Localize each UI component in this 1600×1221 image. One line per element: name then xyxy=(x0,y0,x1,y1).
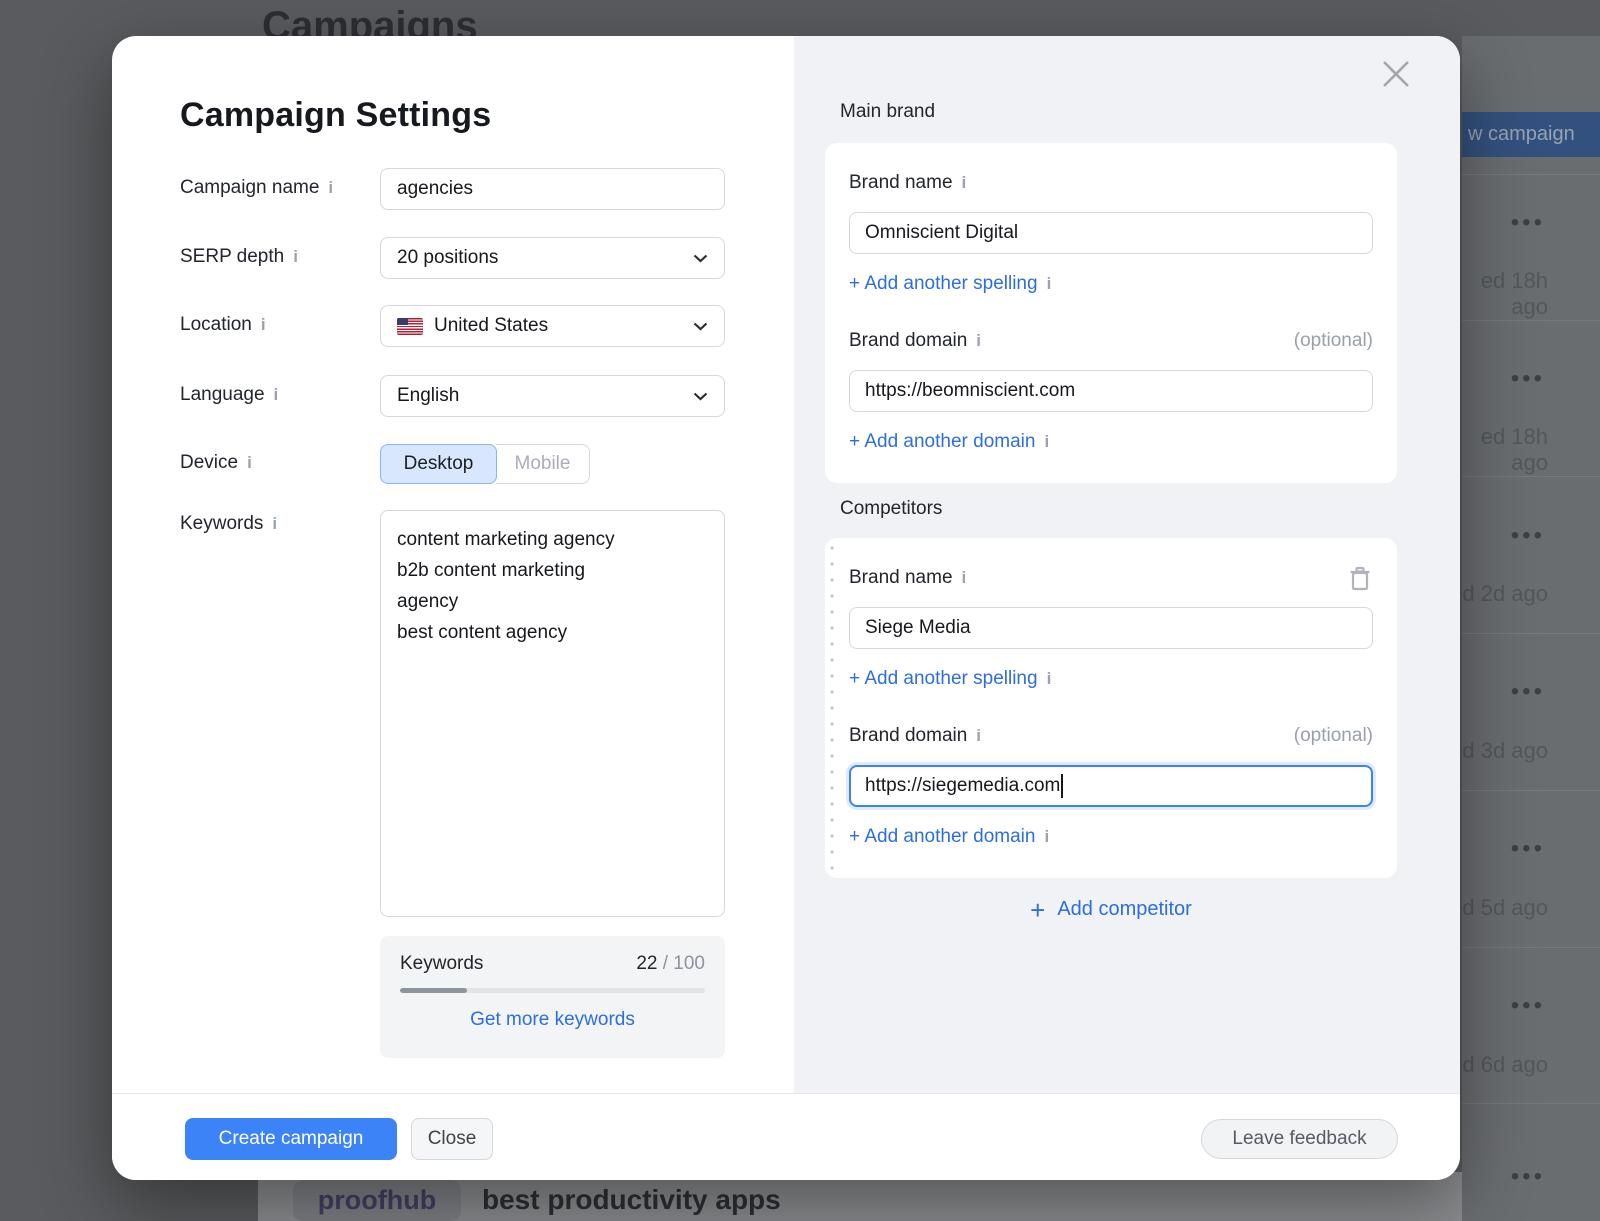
campaign-name-label: Campaign name i xyxy=(180,177,333,199)
main-brand-domain-input[interactable]: https://beomniscient.com xyxy=(849,370,1373,412)
keywords-textarea[interactable]: content marketing agency b2b content mar… xyxy=(380,510,725,917)
row-menu-icon: ••• xyxy=(1462,1168,1600,1186)
row-menu-icon: ••• xyxy=(1462,840,1600,858)
info-icon[interactable]: i xyxy=(261,315,266,335)
close-button[interactable]: Close xyxy=(411,1118,493,1160)
device-option-mobile[interactable]: Mobile xyxy=(496,444,590,484)
add-competitor-link[interactable]: + Add competitor xyxy=(825,898,1397,921)
keywords-progress-fill xyxy=(400,988,467,993)
row-divider xyxy=(1462,1103,1600,1104)
row-timestamp: ted 3d ago xyxy=(1440,738,1600,764)
info-icon[interactable]: i xyxy=(274,385,279,405)
add-another-domain-link[interactable]: + Add another domain i xyxy=(849,430,1049,454)
main-brand-section-label: Main brand xyxy=(840,101,935,123)
row-timestamp: ed 18h ago xyxy=(1440,268,1600,320)
row-menu-icon: ••• xyxy=(1462,997,1600,1015)
us-flag-icon xyxy=(397,318,423,335)
create-campaign-button[interactable]: Create campaign xyxy=(185,1118,397,1160)
info-icon[interactable]: i xyxy=(962,568,967,588)
serp-depth-select[interactable]: 20 positions xyxy=(380,237,725,279)
leave-feedback-button[interactable]: Leave feedback xyxy=(1201,1119,1398,1159)
add-another-domain-link[interactable]: + Add another domain i xyxy=(849,825,1049,849)
keywords-counter-value: 22 / 100 xyxy=(636,953,705,975)
serp-depth-label: SERP depth i xyxy=(180,246,298,268)
brand-name-label: Brand name xyxy=(849,172,953,194)
text-cursor xyxy=(1061,774,1063,798)
keywords-counter-box: Keywords 22 / 100 Get more keywords xyxy=(380,936,725,1058)
device-label: Device i xyxy=(180,452,252,474)
drag-handle-icon[interactable] xyxy=(830,546,834,870)
new-campaign-button: w campaign xyxy=(1462,112,1600,157)
info-icon[interactable]: i xyxy=(962,173,967,193)
language-label: Language i xyxy=(180,384,278,406)
location-label: Location i xyxy=(180,314,266,336)
brand-domain-label: Brand domain xyxy=(849,330,967,352)
add-another-spelling-link[interactable]: + Add another spelling i xyxy=(849,667,1051,691)
brands-panel-content: Main brand Brand name i Omniscient Digit… xyxy=(794,36,1460,1093)
info-icon[interactable]: i xyxy=(328,178,333,198)
row-menu-icon: ••• xyxy=(1462,527,1600,545)
keywords-progress-track xyxy=(400,988,705,993)
campaign-settings-modal: Campaign Settings Campaign name i agenci… xyxy=(112,36,1460,1180)
keywords-counter-label: Keywords xyxy=(400,953,483,975)
add-another-spelling-link[interactable]: + Add another spelling i xyxy=(849,272,1051,296)
device-option-desktop[interactable]: Desktop xyxy=(380,444,497,484)
chevron-down-icon xyxy=(693,247,708,269)
info-icon[interactable]: i xyxy=(976,331,981,351)
row-timestamp: ted 5d ago xyxy=(1440,895,1600,921)
modal-title: Campaign Settings xyxy=(180,96,491,135)
row-divider xyxy=(1462,947,1600,948)
delete-competitor-icon[interactable] xyxy=(1347,565,1373,593)
info-icon[interactable]: i xyxy=(1044,432,1049,452)
modal-footer: Create campaign Close Leave feedback xyxy=(112,1093,1460,1180)
info-icon[interactable]: i xyxy=(976,726,981,746)
chevron-down-icon xyxy=(693,315,708,337)
brand-name-label: Brand name xyxy=(849,567,953,589)
info-icon[interactable]: i xyxy=(1044,827,1049,847)
get-more-keywords-link[interactable]: Get more keywords xyxy=(400,1009,705,1031)
row-menu-icon: ••• xyxy=(1462,370,1600,388)
keywords-label: Keywords i xyxy=(180,513,277,535)
info-icon[interactable]: i xyxy=(1047,274,1052,294)
chevron-down-icon xyxy=(693,385,708,407)
main-brand-card: Brand name i Omniscient Digital + Add an… xyxy=(825,143,1397,483)
main-brand-name-input[interactable]: Omniscient Digital xyxy=(849,212,1373,254)
row-divider xyxy=(1462,790,1600,791)
competitors-section-label: Competitors xyxy=(840,498,942,520)
competitor-domain-input[interactable]: https://siegemedia.com xyxy=(849,765,1373,807)
row-divider xyxy=(1462,174,1600,175)
info-icon[interactable]: i xyxy=(293,247,298,267)
optional-label: (optional) xyxy=(1294,330,1373,352)
campaign-name-input[interactable]: agencies xyxy=(380,168,725,210)
row-divider xyxy=(1462,476,1600,477)
location-select[interactable]: United States xyxy=(380,305,725,347)
row-menu-icon: ••• xyxy=(1462,214,1600,232)
background-keyword-text: best productivity apps xyxy=(482,1184,781,1216)
row-divider xyxy=(1462,633,1600,634)
row-timestamp: ed 18h ago xyxy=(1440,424,1600,476)
background-keyword-badge: proofhub xyxy=(293,1180,461,1221)
language-select[interactable]: English xyxy=(380,375,725,417)
row-timestamp: ted 2d ago xyxy=(1440,581,1600,607)
device-toggle: Desktop Mobile xyxy=(380,444,590,484)
competitor-card: Brand name i Siege Media + Add another s… xyxy=(825,538,1397,878)
row-divider xyxy=(1462,320,1600,321)
info-icon[interactable]: i xyxy=(272,514,277,534)
optional-label: (optional) xyxy=(1294,725,1373,747)
row-timestamp: ted 6d ago xyxy=(1440,1052,1600,1078)
competitor-name-input[interactable]: Siege Media xyxy=(849,607,1373,649)
info-icon[interactable]: i xyxy=(247,453,252,473)
brand-domain-label: Brand domain xyxy=(849,725,967,747)
row-menu-icon: ••• xyxy=(1462,683,1600,701)
info-icon[interactable]: i xyxy=(1047,669,1052,689)
plus-icon: + xyxy=(1030,900,1045,920)
